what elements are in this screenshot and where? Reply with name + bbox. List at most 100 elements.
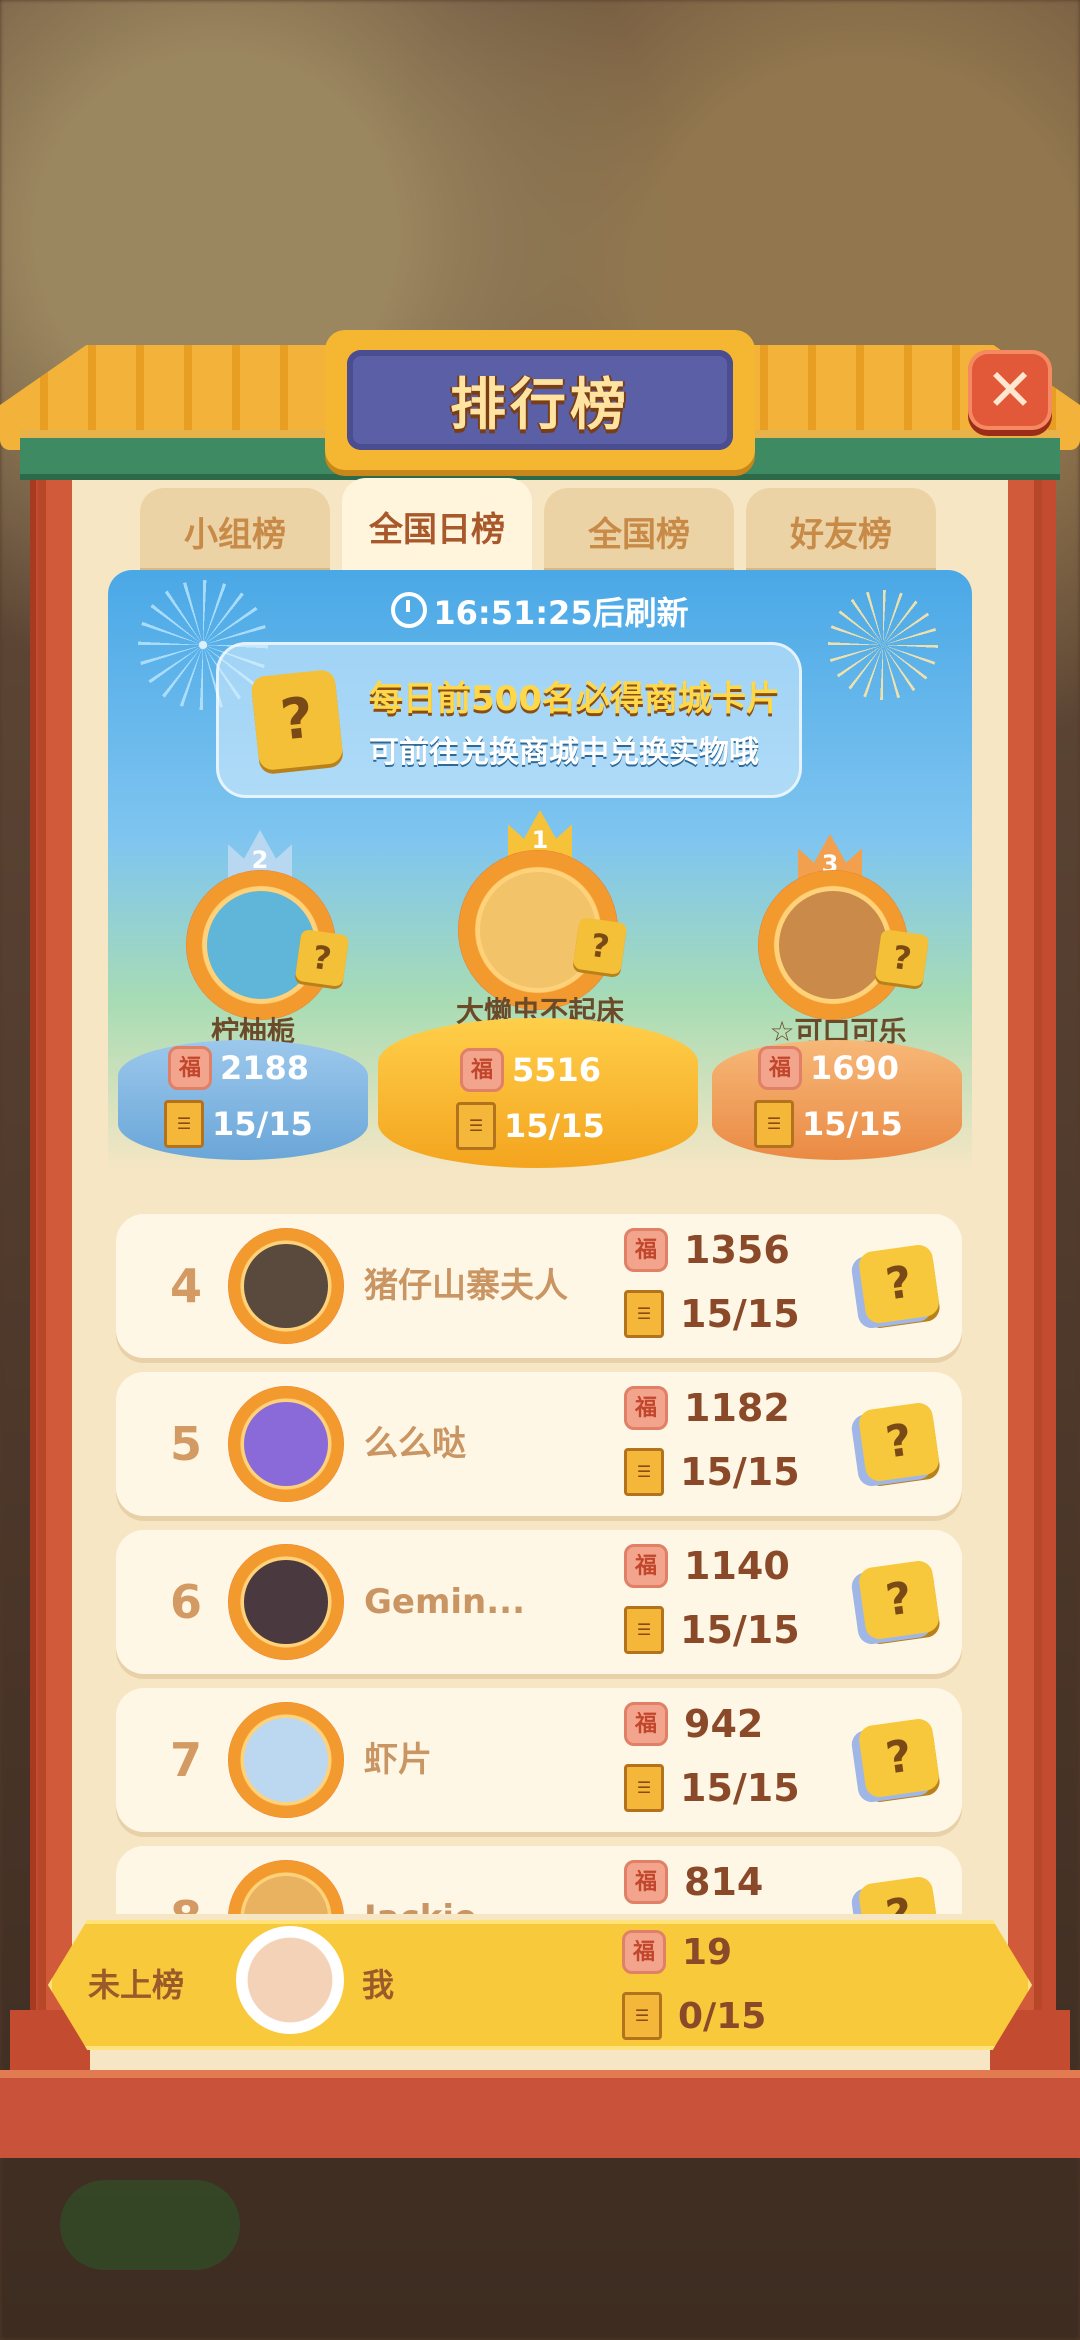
fu-icon: 福 xyxy=(624,1228,668,1272)
score-value: 2188 xyxy=(220,1049,310,1087)
podium-group: 2 ? 柠柚栀 福 2188 ☰ 15/15 1 ? 大懒虫不起床 福 5516 ☰ 1… xyxy=(108,570,972,1170)
close-button[interactable]: ✕ xyxy=(968,350,1052,430)
my-rank-label: 未上榜 xyxy=(88,1966,185,2004)
row-score: 福 1356 xyxy=(624,1228,790,1272)
table-row[interactable]: 4 猪仔山寨夫人 福 1356 ☰ 15/15 ? xyxy=(116,1214,962,1358)
row-name: 猪仔山寨夫人 xyxy=(364,1266,568,1306)
score-third: 福 1690 xyxy=(758,1046,899,1090)
row-avatar[interactable] xyxy=(228,1228,344,1344)
reward-card-icon[interactable]: ? xyxy=(857,1243,941,1325)
table-row[interactable]: 5 么么哒 福 1182 ☰ 15/15 ? xyxy=(116,1372,962,1516)
podium-area: 16:51:25后刷新 ? 每日前500名必得商城卡片 可前往兑换商城中兑换实物… xyxy=(108,570,972,1170)
row-avatar[interactable] xyxy=(228,1860,344,1914)
row-name: Jackie xyxy=(364,1846,477,1914)
row-rank: 8 xyxy=(136,1846,236,1914)
progress-value: 15/15 xyxy=(212,1105,313,1143)
row-progress: ☰ 15/15 xyxy=(624,1764,800,1812)
title-plate: 排行榜 xyxy=(325,330,755,470)
progress-value: 15/15 xyxy=(680,1292,800,1336)
fu-icon: 福 xyxy=(624,1544,668,1588)
row-name: 么么哒 xyxy=(364,1424,466,1464)
row-name: Gemin... xyxy=(364,1582,526,1622)
table-row[interactable]: 7 虾片 福 942 ☰ 15/15 ? xyxy=(116,1688,962,1832)
my-rank-bar[interactable] xyxy=(48,1920,1032,2050)
avatar-image xyxy=(779,891,887,999)
frame-base xyxy=(0,2070,1080,2158)
row-rank: 7 xyxy=(169,1733,202,1787)
row-score: 福 942 xyxy=(624,1702,763,1746)
card-icon: ? xyxy=(294,928,350,988)
tab-national-daily[interactable]: 全国日榜 xyxy=(342,478,532,574)
avatar-image xyxy=(244,1402,328,1486)
progress-value: 0/15 xyxy=(678,1995,767,2037)
avatar-image xyxy=(244,1718,328,1802)
progress-value: 15/15 xyxy=(680,1608,800,1652)
score-second: 福 2188 xyxy=(168,1046,309,1090)
score-value: 1182 xyxy=(684,1386,790,1430)
book-icon: ☰ xyxy=(164,1100,204,1148)
book-icon: ☰ xyxy=(624,1448,664,1496)
row-progress: ☰ 15/15 xyxy=(624,1290,800,1338)
tab-bar: 小组榜 全国日榜 全国榜 好友榜 xyxy=(140,478,940,578)
row-rank: 5 xyxy=(169,1417,202,1471)
tab-group-board[interactable]: 小组榜 xyxy=(140,488,330,574)
reward-card-icon[interactable]: ? xyxy=(857,1717,941,1799)
fu-icon: 福 xyxy=(624,1860,668,1904)
book-icon: ☰ xyxy=(624,1290,664,1338)
fu-icon: 福 xyxy=(460,1048,504,1092)
ranking-list[interactable]: 4 猪仔山寨夫人 福 1356 ☰ 15/15 ? 5 么么哒 福 1182 ☰ 15/… xyxy=(116,1214,962,1914)
my-name: 我 xyxy=(362,1966,395,2004)
progress-value: 15/15 xyxy=(504,1107,605,1145)
table-row[interactable]: 8 Jackie 福 814 ? xyxy=(116,1846,962,1914)
close-icon: ✕ xyxy=(985,356,1035,424)
fu-icon: 福 xyxy=(622,1930,666,1974)
my-progress: ☰ 0/15 xyxy=(622,1992,766,2040)
row-avatar[interactable] xyxy=(228,1386,344,1502)
row-progress: ☰ 15/15 xyxy=(624,1448,800,1496)
reward-card-icon[interactable]: ? xyxy=(857,1875,941,1914)
book-icon: ☰ xyxy=(456,1102,496,1150)
row-score: 福 1182 xyxy=(624,1386,790,1430)
score-value: 1356 xyxy=(684,1228,790,1272)
title-inner: 排行榜 xyxy=(347,350,733,450)
progress-value: 15/15 xyxy=(680,1450,800,1494)
avatar-image xyxy=(244,1876,328,1914)
card-icon: ? xyxy=(572,916,628,976)
progress-value: 15/15 xyxy=(802,1105,903,1143)
fu-icon: 福 xyxy=(168,1046,212,1090)
score-value: 814 xyxy=(684,1860,764,1904)
score-value: 19 xyxy=(682,1931,733,1973)
row-rank: 4 xyxy=(169,1259,202,1313)
score-first: 福 5516 xyxy=(460,1048,601,1092)
reward-card-icon[interactable]: ? xyxy=(857,1559,941,1641)
progress-value: 15/15 xyxy=(680,1766,800,1810)
book-icon: ☰ xyxy=(624,1764,664,1812)
book-icon: ☰ xyxy=(622,1992,662,2040)
row-rank: 6 xyxy=(169,1575,202,1629)
page-title: 排行榜 xyxy=(450,372,630,438)
fu-icon: 福 xyxy=(758,1046,802,1090)
fu-icon: 福 xyxy=(624,1386,668,1430)
tab-friends[interactable]: 好友榜 xyxy=(746,488,936,574)
avatar-image xyxy=(244,1560,328,1644)
row-avatar[interactable] xyxy=(228,1702,344,1818)
tab-national[interactable]: 全国榜 xyxy=(544,488,734,574)
score-value: 942 xyxy=(684,1702,764,1746)
reward-card-icon[interactable]: ? xyxy=(857,1401,941,1483)
progress-third: ☰ 15/15 xyxy=(754,1100,903,1148)
score-value: 5516 xyxy=(512,1051,602,1089)
row-progress: ☰ 15/15 xyxy=(624,1606,800,1654)
card-icon: ? xyxy=(874,928,930,988)
row-score: 福 814 xyxy=(624,1860,763,1904)
table-row[interactable]: 6 Gemin... 福 1140 ☰ 15/15 ? xyxy=(116,1530,962,1674)
book-icon: ☰ xyxy=(754,1100,794,1148)
score-value: 1140 xyxy=(684,1544,790,1588)
progress-first: ☰ 15/15 xyxy=(456,1102,605,1150)
my-score: 福 19 xyxy=(622,1930,732,1974)
fu-icon: 福 xyxy=(624,1702,668,1746)
score-value: 1690 xyxy=(810,1049,900,1087)
avatar-image xyxy=(244,1244,328,1328)
row-avatar[interactable] xyxy=(228,1544,344,1660)
row-name: 虾片 xyxy=(364,1740,432,1780)
my-avatar[interactable] xyxy=(236,1926,344,2034)
